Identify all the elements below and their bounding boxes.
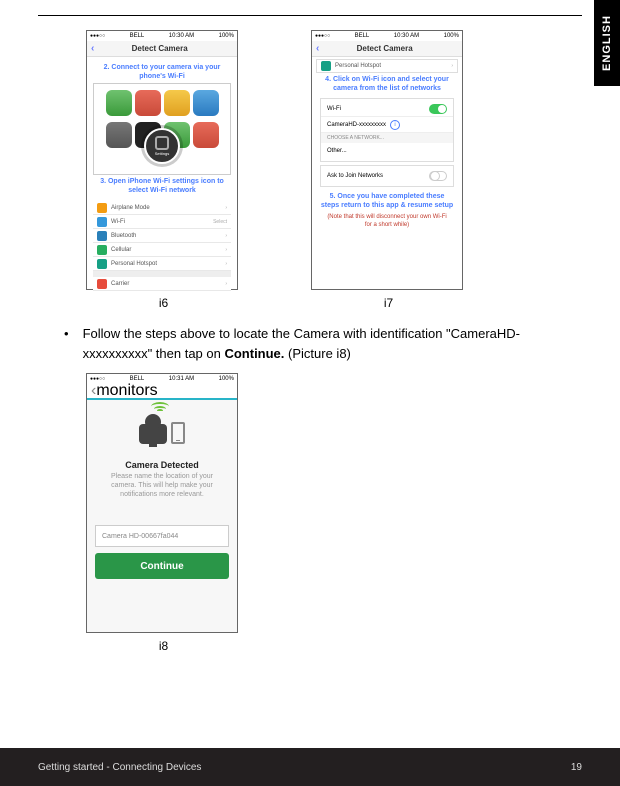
phone-i7: BELL 10:30 AM 100% ‹ Detect Camera Perso… — [311, 30, 463, 290]
caption-i6: i6 — [86, 296, 241, 310]
step-2-text: 2. Connect to your camera via your phone… — [93, 61, 231, 83]
continue-button[interactable]: Continue — [95, 553, 229, 579]
settings-row-hotspot[interactable]: Personal Hotspot› — [316, 59, 458, 73]
nav-back-label[interactable]: monitors — [96, 382, 157, 400]
settings-row-cellular[interactable]: Cellular› — [93, 243, 231, 257]
step-3-text: 3. Open iPhone Wi-Fi settings icon to se… — [93, 175, 231, 197]
footer-breadcrumb: Getting started - Connecting Devices — [38, 762, 201, 773]
settings-list: Airplane Mode› Wi-FiSelect Bluetooth› Ce… — [93, 201, 231, 291]
other-network-row[interactable]: Other... — [321, 143, 453, 159]
carrier-label: BELL — [130, 33, 145, 39]
choose-network-label: CHOOSE A NETWORK... — [321, 133, 453, 143]
language-tab: ENGLISH — [594, 0, 620, 86]
camera-detected-heading: Camera Detected — [95, 460, 229, 470]
camera-detected-subtext: Please name the location of your camera.… — [95, 470, 229, 501]
instruction-paragraph: • Follow the steps above to locate the C… — [38, 324, 582, 363]
ask-join-row[interactable]: Ask to Join Networks — [321, 168, 453, 184]
step-5-text: 5. Once you have completed these steps r… — [316, 190, 458, 212]
nav-title: Detect Camera — [311, 44, 458, 53]
settings-row-carrier[interactable]: Carrier› — [93, 277, 231, 291]
ask-join-toggle-icon[interactable] — [429, 171, 447, 181]
top-rule — [38, 15, 582, 16]
battery-label: 100% — [219, 33, 234, 39]
phone-i8: BELL 10:31 AM 100% ‹ monitors — [86, 373, 238, 633]
settings-app-icon[interactable]: Settings — [144, 128, 180, 164]
page-number: 19 — [571, 762, 582, 773]
page-footer: Getting started - Connecting Devices 19 — [0, 748, 620, 786]
nav-title: Detect Camera — [86, 44, 233, 53]
wifi-toggle-icon[interactable] — [429, 104, 447, 114]
settings-row-hotspot[interactable]: Personal Hotspot› — [93, 257, 231, 271]
nav-bar: ‹ monitors — [87, 384, 237, 400]
status-bar: BELL 10:30 AM 100% — [87, 31, 237, 41]
language-tab-label: ENGLISH — [601, 15, 613, 71]
wifi-panel: Wi-Fi CameraHD-xxxxxxxxx i CHOOSE A NETW… — [320, 98, 454, 162]
settings-row-wifi[interactable]: Wi-FiSelect — [93, 215, 231, 229]
phone-i8-col: BELL 10:31 AM 100% ‹ monitors — [86, 373, 241, 653]
bullet-icon: • — [64, 324, 69, 363]
phone-row-top: BELL 10:30 AM 100% ‹ Detect Camera 2. Co… — [38, 30, 582, 310]
wifi-network-row[interactable]: CameraHD-xxxxxxxxx i — [321, 117, 453, 133]
phone-i6-col: BELL 10:30 AM 100% ‹ Detect Camera 2. Co… — [86, 30, 241, 310]
disconnect-note: (Note that this will disconnect your own… — [316, 212, 458, 232]
settings-row-airplane[interactable]: Airplane Mode› — [93, 201, 231, 215]
nav-bar: ‹ Detect Camera — [312, 41, 462, 57]
phone-i7-col: BELL 10:30 AM 100% ‹ Detect Camera Perso… — [311, 30, 466, 310]
step-4-text: 4. Click on Wi-Fi icon and select your c… — [316, 73, 458, 95]
settings-row-bluetooth[interactable]: Bluetooth› — [93, 229, 231, 243]
status-bar: BELL 10:30 AM 100% — [312, 31, 462, 41]
phone-row-bottom: BELL 10:31 AM 100% ‹ monitors — [38, 373, 582, 653]
phone-i6: BELL 10:30 AM 100% ‹ Detect Camera 2. Co… — [86, 30, 238, 290]
instruction-text-post: (Picture i8) — [288, 346, 351, 361]
nav-bar: ‹ Detect Camera — [87, 41, 237, 57]
caption-i7: i7 — [311, 296, 466, 310]
caption-i8: i8 — [86, 639, 241, 653]
homescreen-preview: Settings — [93, 83, 231, 175]
info-icon[interactable]: i — [390, 120, 400, 130]
instruction-text-bold: Continue. — [224, 346, 284, 361]
camera-name-input[interactable]: Camera HD-00667fa044 — [95, 525, 229, 547]
wifi-toggle-row[interactable]: Wi-Fi — [321, 101, 453, 117]
camera-detected-icon — [139, 422, 185, 444]
time-label: 10:30 AM — [169, 33, 194, 39]
